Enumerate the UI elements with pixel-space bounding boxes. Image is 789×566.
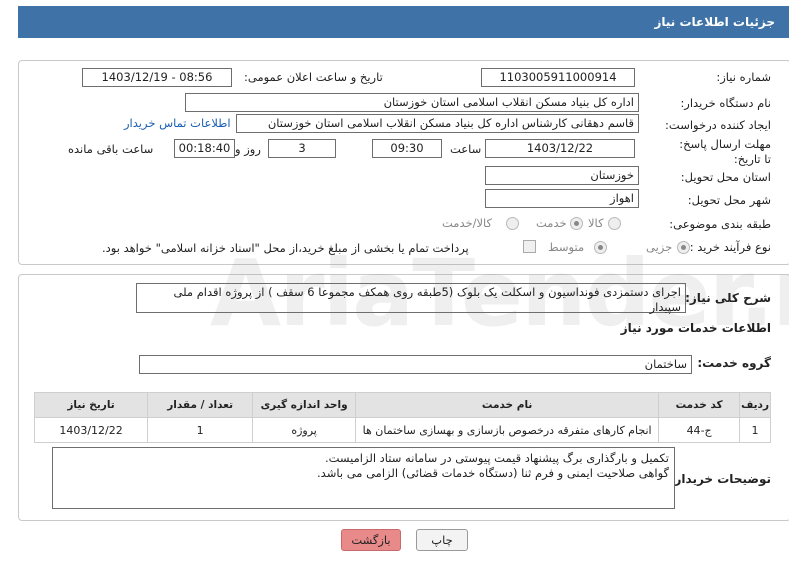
days-field: 3 (268, 139, 336, 158)
process-minor-label: جزیی (646, 240, 673, 254)
days-label: روز و (235, 142, 261, 156)
col-row: ردیف (739, 392, 771, 418)
category-radio-both[interactable] (506, 217, 519, 233)
time-label: ساعت (450, 142, 482, 156)
radio-selected-icon (677, 241, 690, 254)
back-button[interactable]: بازگشت (341, 529, 401, 551)
title-bar: جزئیات اطلاعات نیاز (18, 6, 789, 38)
announce-field: 1403/12/19 - 08:56 (82, 68, 232, 87)
process-label: نوع فرآیند خرید : (689, 240, 771, 254)
process-medium-label: متوسط (548, 240, 585, 254)
service-group-label: گروه خدمت: (697, 356, 771, 370)
announce-label: تاریخ و ساعت اعلان عمومی: (244, 70, 383, 84)
buyer-notes-line-2: گواهی صلاحیت ایمنی و فرم ثنا (دستگاه خدم… (317, 466, 669, 480)
category-label: طبقه بندی موضوعی: (669, 217, 771, 231)
radio-icon (506, 217, 519, 230)
summary-label: شرح کلی نیاز: (685, 291, 771, 305)
radio-selected-icon (570, 217, 583, 230)
province-label: استان محل تحویل: (680, 170, 771, 184)
services-table: ردیف کد خدمت نام خدمت واحد اندازه گیری ت… (33, 392, 771, 443)
payment-checkbox[interactable] (523, 240, 536, 253)
col-service-code: کد خدمت (658, 392, 741, 418)
buyer-notes-label: توضیحات خریدار: (669, 472, 771, 486)
need-number-field: 1103005911000914 (481, 68, 635, 87)
cell-quantity: 1 (147, 417, 254, 443)
city-label: شهر محل تحویل: (687, 193, 771, 207)
city-field: اهواز (485, 189, 639, 208)
buyer-field: اداره کل بنیاد مسکن انقلاب اسلامی استان … (185, 93, 639, 112)
province-field: خوزستان (485, 166, 639, 185)
col-service-name: نام خدمت (355, 392, 660, 418)
deadline-label: مهلت ارسال پاسخ: تا تاریخ: (679, 137, 771, 166)
buyer-notes-textarea[interactable]: تکمیل و بارگذاری برگ پیشنهاد قیمت پیوستی… (52, 447, 675, 509)
table-row: 1 ج-44 انجام کارهای متفرقه درخصوص بازساز… (33, 417, 771, 443)
process-radio-medium[interactable] (594, 241, 607, 257)
category-service-label: خدمت (536, 216, 567, 230)
col-need-date: تاریخ نیاز (33, 392, 149, 418)
cell-service-code: ج-44 (658, 417, 741, 443)
cell-service-name: انجام کارهای متفرقه درخصوص بازسازی و بهس… (355, 417, 660, 443)
cell-need-date: 1403/12/22 (33, 417, 149, 443)
col-unit: واحد اندازه گیری (252, 392, 357, 418)
process-radio-minor[interactable] (677, 241, 690, 257)
remaining-time-field: 00:18:40 (174, 139, 235, 158)
category-radio-service[interactable] (570, 217, 583, 233)
buyer-label: نام دستگاه خریدار: (680, 96, 771, 110)
col-quantity: تعداد / مقدار (147, 392, 254, 418)
page-title: جزئیات اطلاعات نیاز (654, 15, 775, 29)
creator-field: قاسم دهقانی کارشناس اداره کل بنیاد مسکن … (236, 114, 639, 133)
category-radio-goods[interactable] (608, 217, 621, 233)
table-header-row: ردیف کد خدمت نام خدمت واحد اندازه گیری ت… (33, 392, 771, 418)
print-button[interactable]: چاپ (416, 529, 468, 551)
category-goods-label: کالا (588, 216, 604, 230)
need-number-label: شماره نیاز: (716, 70, 771, 84)
cell-row: 1 (739, 417, 771, 443)
services-section-title: اطلاعات خدمات مورد نیاز (620, 321, 771, 335)
payment-note: پرداخت تمام یا بخشی از مبلغ خرید،از محل … (102, 241, 469, 255)
remaining-label: ساعت باقی مانده (68, 142, 154, 156)
creator-label: ایجاد کننده درخواست: (665, 118, 771, 132)
category-both-label: کالا/خدمت (442, 216, 493, 230)
deadline-date-field: 1403/12/22 (485, 139, 635, 158)
buyer-contact-link[interactable]: اطلاعات تماس خریدار (124, 116, 231, 130)
cell-unit: پروژه (252, 417, 357, 443)
radio-icon (608, 217, 621, 230)
service-group-field: ساختمان (139, 355, 692, 374)
deadline-time-field: 09:30 (372, 139, 442, 158)
buyer-notes-line-1: تکمیل و بارگذاری برگ پیشنهاد قیمت پیوستی… (324, 451, 669, 465)
radio-selected-icon (594, 241, 607, 254)
summary-textarea[interactable]: اجرای دستمزدی فونداسیون و اسکلت یک بلوک … (136, 283, 686, 314)
